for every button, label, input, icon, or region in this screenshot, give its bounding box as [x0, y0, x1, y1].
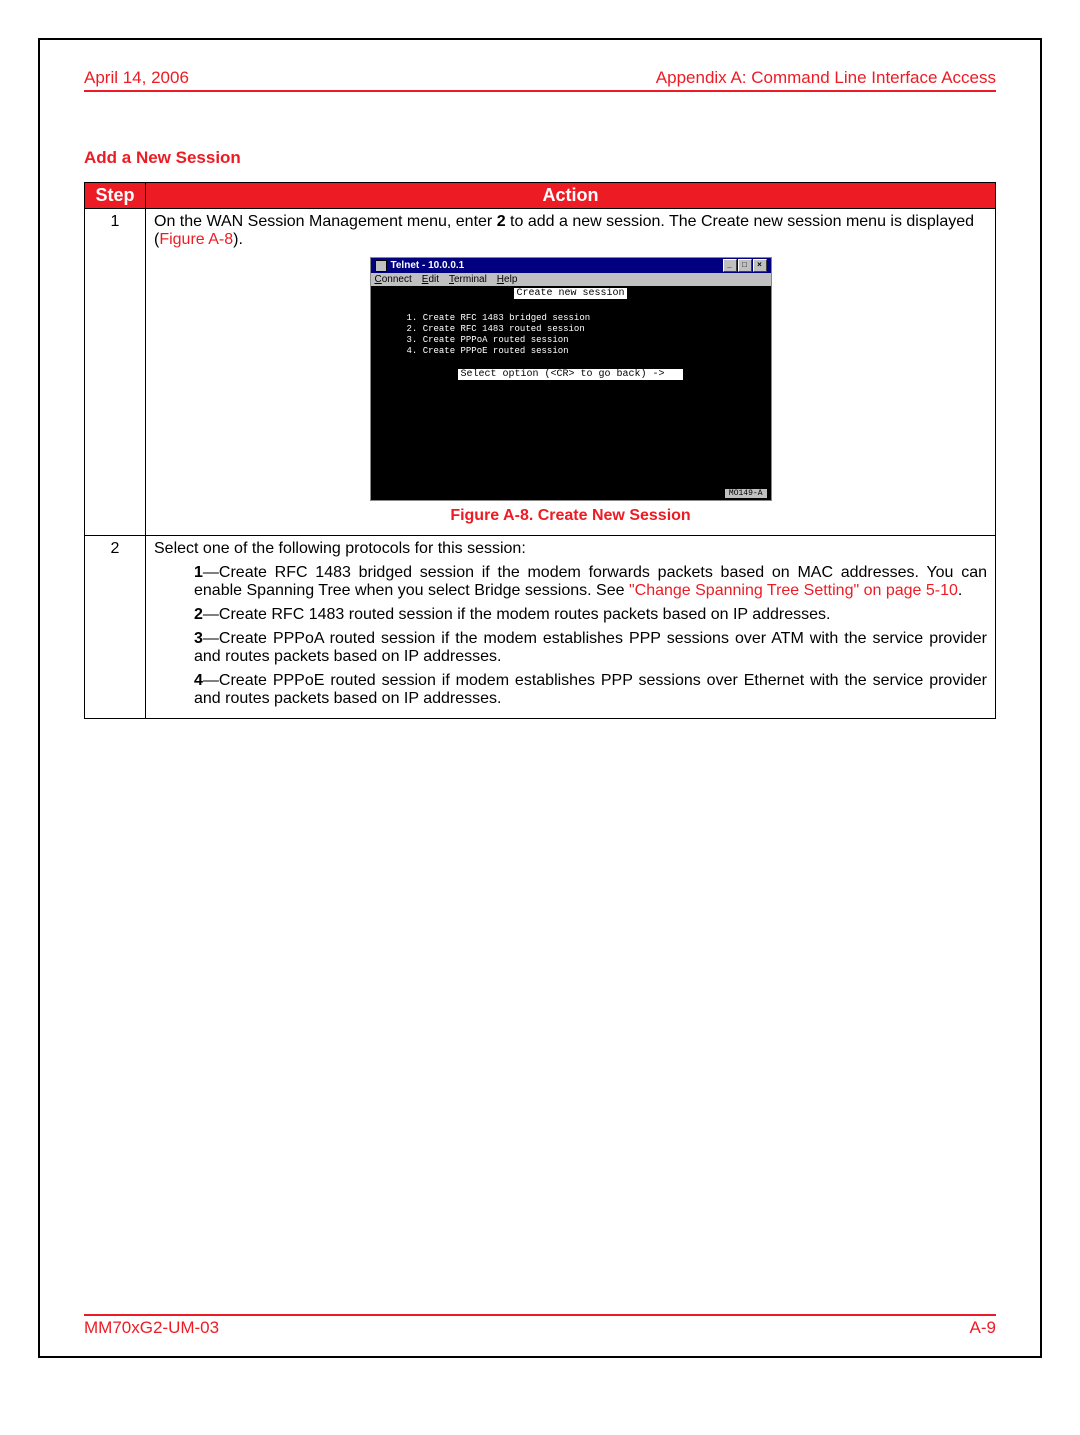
maximize-icon[interactable]: □ — [738, 259, 752, 272]
app-icon — [375, 260, 387, 272]
spanning-tree-link[interactable]: "Change Spanning Tree Setting" on page 5… — [629, 582, 958, 599]
telnet-tag: MO149-A — [725, 489, 767, 498]
telnet-window: Telnet - 10.0.0.1 _ □ × Connect E — [370, 257, 772, 501]
col-step: Step — [85, 183, 146, 209]
table-row: 2 Select one of the following protocols … — [85, 536, 996, 719]
step-number: 2 — [85, 536, 146, 719]
page-header: April 14, 2006 Appendix A: Command Line … — [84, 68, 996, 92]
row2-opt3: 3—Create PPPoA routed session if the mod… — [154, 630, 987, 666]
telnet-heading: Create new session — [514, 288, 626, 299]
table-row: 1 On the WAN Session Management menu, en… — [85, 209, 996, 536]
step-action: Select one of the following protocols fo… — [146, 536, 996, 719]
row2-intro: Select one of the following protocols fo… — [154, 540, 987, 558]
telnet-prompt: Select option (<CR> to go back) -> — [458, 369, 666, 380]
telnet-titlebar: Telnet - 10.0.0.1 _ □ × — [371, 258, 771, 273]
figure-link[interactable]: Figure A-8 — [159, 231, 233, 248]
section-title: Add a New Session — [84, 148, 996, 168]
opt1-num: 1 — [194, 564, 203, 581]
opt1-end: . — [958, 582, 962, 599]
telnet-opt1: 1. Create RFC 1483 bridged session — [407, 313, 767, 324]
step-action: On the WAN Session Management menu, ente… — [146, 209, 996, 536]
col-action: Action — [146, 183, 996, 209]
opt3-text: —Create PPPoA routed session if the mode… — [194, 630, 987, 665]
telnet-body: Create new session 1. Create RFC 1483 br… — [371, 286, 771, 500]
row1-text-c: ). — [233, 231, 243, 248]
step-number: 1 — [85, 209, 146, 536]
telnet-opt2: 2. Create RFC 1483 routed session — [407, 324, 767, 335]
menu-terminal[interactable]: Terminal — [449, 274, 487, 285]
cursor-icon — [667, 369, 683, 380]
minimize-icon[interactable]: _ — [723, 259, 737, 272]
footer-page: A-9 — [970, 1318, 996, 1338]
menu-edit[interactable]: Edit — [422, 274, 439, 285]
page-footer: MM70xG2-UM-03 A-9 — [84, 1314, 996, 1338]
telnet-menu: Connect Edit Terminal Help — [371, 273, 771, 286]
telnet-opt3: 3. Create PPPoA routed session — [407, 335, 767, 346]
opt2-text: —Create RFC 1483 routed session if the m… — [203, 606, 831, 623]
opt3-num: 3 — [194, 630, 203, 647]
telnet-opt4: 4. Create PPPoE routed session — [407, 346, 767, 357]
telnet-title: Telnet - 10.0.0.1 — [391, 260, 465, 271]
figure-wrap: Telnet - 10.0.0.1 _ □ × Connect E — [154, 257, 987, 501]
header-date: April 14, 2006 — [84, 68, 189, 88]
row1-text-a: On the WAN Session Management menu, ente… — [154, 213, 497, 230]
row2-opt4: 4—Create PPPoE routed session if modem e… — [154, 672, 987, 708]
opt2-num: 2 — [194, 606, 203, 623]
figure-caption: Figure A-8. Create New Session — [154, 507, 987, 525]
row2-opt1: 1—Create RFC 1483 bridged session if the… — [154, 564, 987, 600]
header-appendix: Appendix A: Command Line Interface Acces… — [656, 68, 996, 88]
menu-help[interactable]: Help — [497, 274, 518, 285]
opt4-text: —Create PPPoE routed session if modem es… — [194, 672, 987, 707]
opt4-num: 4 — [194, 672, 203, 689]
steps-table: Step Action 1 On the WAN Session Managem… — [84, 182, 996, 719]
menu-connect[interactable]: Connect — [375, 274, 412, 285]
row1-bold: 2 — [497, 213, 506, 230]
page: April 14, 2006 Appendix A: Command Line … — [38, 38, 1042, 1358]
footer-docid: MM70xG2-UM-03 — [84, 1318, 219, 1338]
row2-opt2: 2—Create RFC 1483 routed session if the … — [154, 606, 987, 624]
close-icon[interactable]: × — [753, 259, 767, 272]
